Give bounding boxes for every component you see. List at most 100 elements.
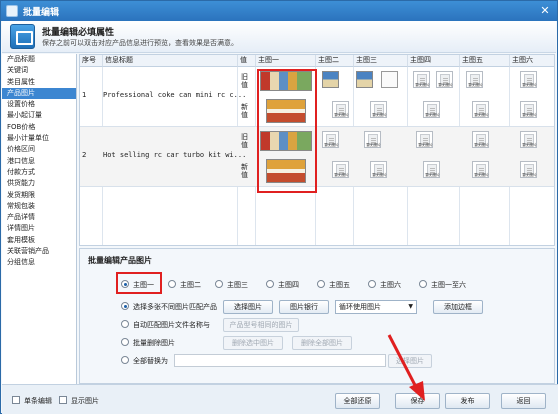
restore-all-button[interactable]: 全部还原 [335, 393, 380, 409]
radio-main-image-2[interactable] [168, 280, 176, 288]
add-border-button[interactable]: 添加边框 [433, 300, 483, 314]
delete-selected-images-button[interactable]: 删除选中图片 [223, 336, 283, 350]
placeholder-image[interactable]: 暂无图片 [520, 131, 537, 148]
sidebar-item-related-products[interactable]: 关联营销产品 [2, 246, 76, 257]
app-icon [6, 5, 18, 17]
placeholder-image[interactable]: 暂无图片 [370, 161, 387, 178]
sidebar-item-group-info[interactable]: 分组信息 [2, 257, 76, 268]
sidebar: 产品标题 关键词 类目属性 产品图片 设置价格 最小起订量 FOB价格 最小计量… [2, 54, 77, 384]
radio-main-image-4[interactable] [266, 280, 274, 288]
table-row[interactable]: 1 Professional coke can mini rc c... 旧值 … [80, 67, 554, 127]
sidebar-item-supply-ability[interactable]: 供货能力 [2, 178, 76, 189]
sidebar-item-product-details[interactable]: 产品详情 [2, 212, 76, 223]
sidebar-item-category-attributes[interactable]: 类目属性 [2, 77, 76, 88]
col-header-value[interactable]: 值 [238, 55, 256, 67]
sidebar-item-payment[interactable]: 付款方式 [2, 167, 76, 178]
placeholder-image[interactable]: 暂无图片 [423, 101, 440, 118]
choose-images-button[interactable]: 选择图片 [223, 300, 273, 314]
sidebar-item-port-info[interactable]: 港口信息 [2, 156, 76, 167]
choose-multiple-images-label: 选择多张不同图片匹配产品 [133, 303, 217, 311]
close-icon[interactable]: ✕ [537, 3, 553, 18]
radio-main-image-6-label: 主图六 [380, 281, 401, 289]
placeholder-image[interactable]: 暂无图片 [332, 161, 349, 178]
product-document-image[interactable] [381, 71, 398, 88]
sidebar-item-fob-price[interactable]: FOB价格 [2, 122, 76, 133]
sidebar-item-product-images[interactable]: 产品图片 [2, 87, 76, 100]
radio-replace-all[interactable] [121, 356, 129, 364]
main-panel: 序号 信息标题 值 主图一 主图二 主图三 主图四 主图五 主图六 1 Prof… [79, 54, 555, 384]
sidebar-item-template[interactable]: 套用模板 [2, 235, 76, 246]
radio-main-image-3[interactable] [215, 280, 223, 288]
product-grid: 序号 信息标题 值 主图一 主图二 主图三 主图四 主图五 主图六 1 Prof… [79, 54, 555, 246]
placeholder-image[interactable]: 暂无图片 [520, 161, 537, 178]
sidebar-item-packaging[interactable]: 常规包装 [2, 201, 76, 212]
back-button[interactable]: 返回 [501, 393, 546, 409]
col-header-main-image-5[interactable]: 主图五 [460, 55, 510, 67]
chevron-down-icon: ▼ [408, 303, 413, 310]
placeholder-image[interactable]: 暂无图片 [413, 71, 430, 88]
col-header-title[interactable]: 信息标题 [103, 55, 238, 67]
col-header-main-image-4[interactable]: 主图四 [408, 55, 460, 67]
placeholder-image[interactable]: 暂无图片 [436, 71, 453, 88]
placeholder-image[interactable]: 暂无图片 [423, 161, 440, 178]
placeholder-image[interactable]: 暂无图片 [364, 131, 381, 148]
show-images-checkbox[interactable] [59, 396, 67, 404]
sidebar-item-delivery-time[interactable]: 发货期限 [2, 190, 76, 201]
placeholder-image[interactable]: 暂无图片 [520, 101, 537, 118]
header-title: 批量编辑必填属性 [42, 28, 115, 38]
header-banner: 批量编辑必填属性 保存之前可以双击对应产品信息进行预览，查看效果是否满意。 [2, 21, 556, 53]
placeholder-image[interactable]: 暂无图片 [322, 131, 339, 148]
image-bank-button[interactable]: 图片银行 [279, 300, 329, 314]
placeholder-image[interactable]: 暂无图片 [370, 101, 387, 118]
sidebar-item-min-unit[interactable]: 最小计量单位 [2, 133, 76, 144]
col-header-main-image-3[interactable]: 主图三 [354, 55, 408, 67]
sidebar-item-detail-images[interactable]: 详情图片 [2, 223, 76, 234]
radio-main-image-5[interactable] [317, 280, 325, 288]
placeholder-image[interactable]: 暂无图片 [520, 71, 537, 88]
batch-edit-title: 批量编辑产品图片 [88, 256, 152, 265]
radio-main-image-6[interactable] [368, 280, 376, 288]
placeholder-image[interactable]: 暂无图片 [466, 71, 483, 88]
placeholder-image[interactable]: 暂无图片 [416, 131, 433, 148]
radio-batch-delete[interactable] [121, 338, 129, 346]
placeholder-image[interactable]: 暂无图片 [472, 131, 489, 148]
product-photo[interactable] [260, 71, 312, 91]
single-edit-checkbox[interactable] [12, 396, 20, 404]
sidebar-item-price-range[interactable]: 价格区间 [2, 144, 76, 155]
radio-main-image-2-label: 主图二 [180, 281, 201, 289]
image-mode-select[interactable]: 循环使用图片 ▼ [335, 300, 417, 314]
sidebar-item-title[interactable]: 产品标题 [2, 54, 76, 65]
batch-edit-window: 批量编辑 ✕ 批量编辑必填属性 保存之前可以双击对应产品信息进行预览，查看效果是… [0, 0, 558, 414]
col-header-main-image-1[interactable]: 主图一 [256, 55, 316, 67]
table-row[interactable]: 2 Hot selling rc car turbo kit wi... 旧值 … [80, 127, 554, 187]
product-photo[interactable] [322, 71, 339, 88]
new-value-label: 新值 [241, 103, 248, 119]
delete-all-images-button[interactable]: 删除全部图片 [292, 336, 352, 350]
sidebar-item-keywords[interactable]: 关键词 [2, 65, 76, 76]
row-number: 1 [82, 91, 87, 99]
image-mode-value: 循环使用图片 [339, 303, 381, 311]
col-header-main-image-2[interactable]: 主图二 [316, 55, 354, 67]
col-header-no[interactable]: 序号 [80, 55, 103, 67]
sidebar-item-set-price[interactable]: 设置价格 [2, 99, 76, 110]
publish-button[interactable]: 发布 [445, 393, 490, 409]
save-button[interactable]: 保存 [395, 393, 440, 409]
replace-choose-image-button[interactable]: 选择图片 [388, 354, 432, 368]
product-photo[interactable] [260, 131, 312, 151]
product-photo[interactable] [266, 159, 306, 183]
col-header-main-image-6[interactable]: 主图六 [510, 55, 554, 67]
radio-choose-multiple-images[interactable] [121, 302, 129, 310]
placeholder-image[interactable]: 暂无图片 [332, 101, 349, 118]
product-photo[interactable] [356, 71, 373, 88]
replace-image-field[interactable] [174, 354, 386, 367]
sidebar-item-min-order[interactable]: 最小起订量 [2, 110, 76, 121]
placeholder-image[interactable]: 暂无图片 [472, 101, 489, 118]
match-model-images-button[interactable]: 产品型号相同的图片 [223, 318, 299, 332]
edit-panel-icon [10, 24, 35, 49]
product-photo[interactable] [266, 99, 306, 123]
radio-auto-match-filename[interactable] [121, 320, 129, 328]
radio-main-image-5-label: 主图五 [329, 281, 350, 289]
placeholder-image[interactable]: 暂无图片 [472, 161, 489, 178]
radio-main-image-1[interactable] [121, 280, 129, 288]
radio-main-image-1-6[interactable] [419, 280, 427, 288]
